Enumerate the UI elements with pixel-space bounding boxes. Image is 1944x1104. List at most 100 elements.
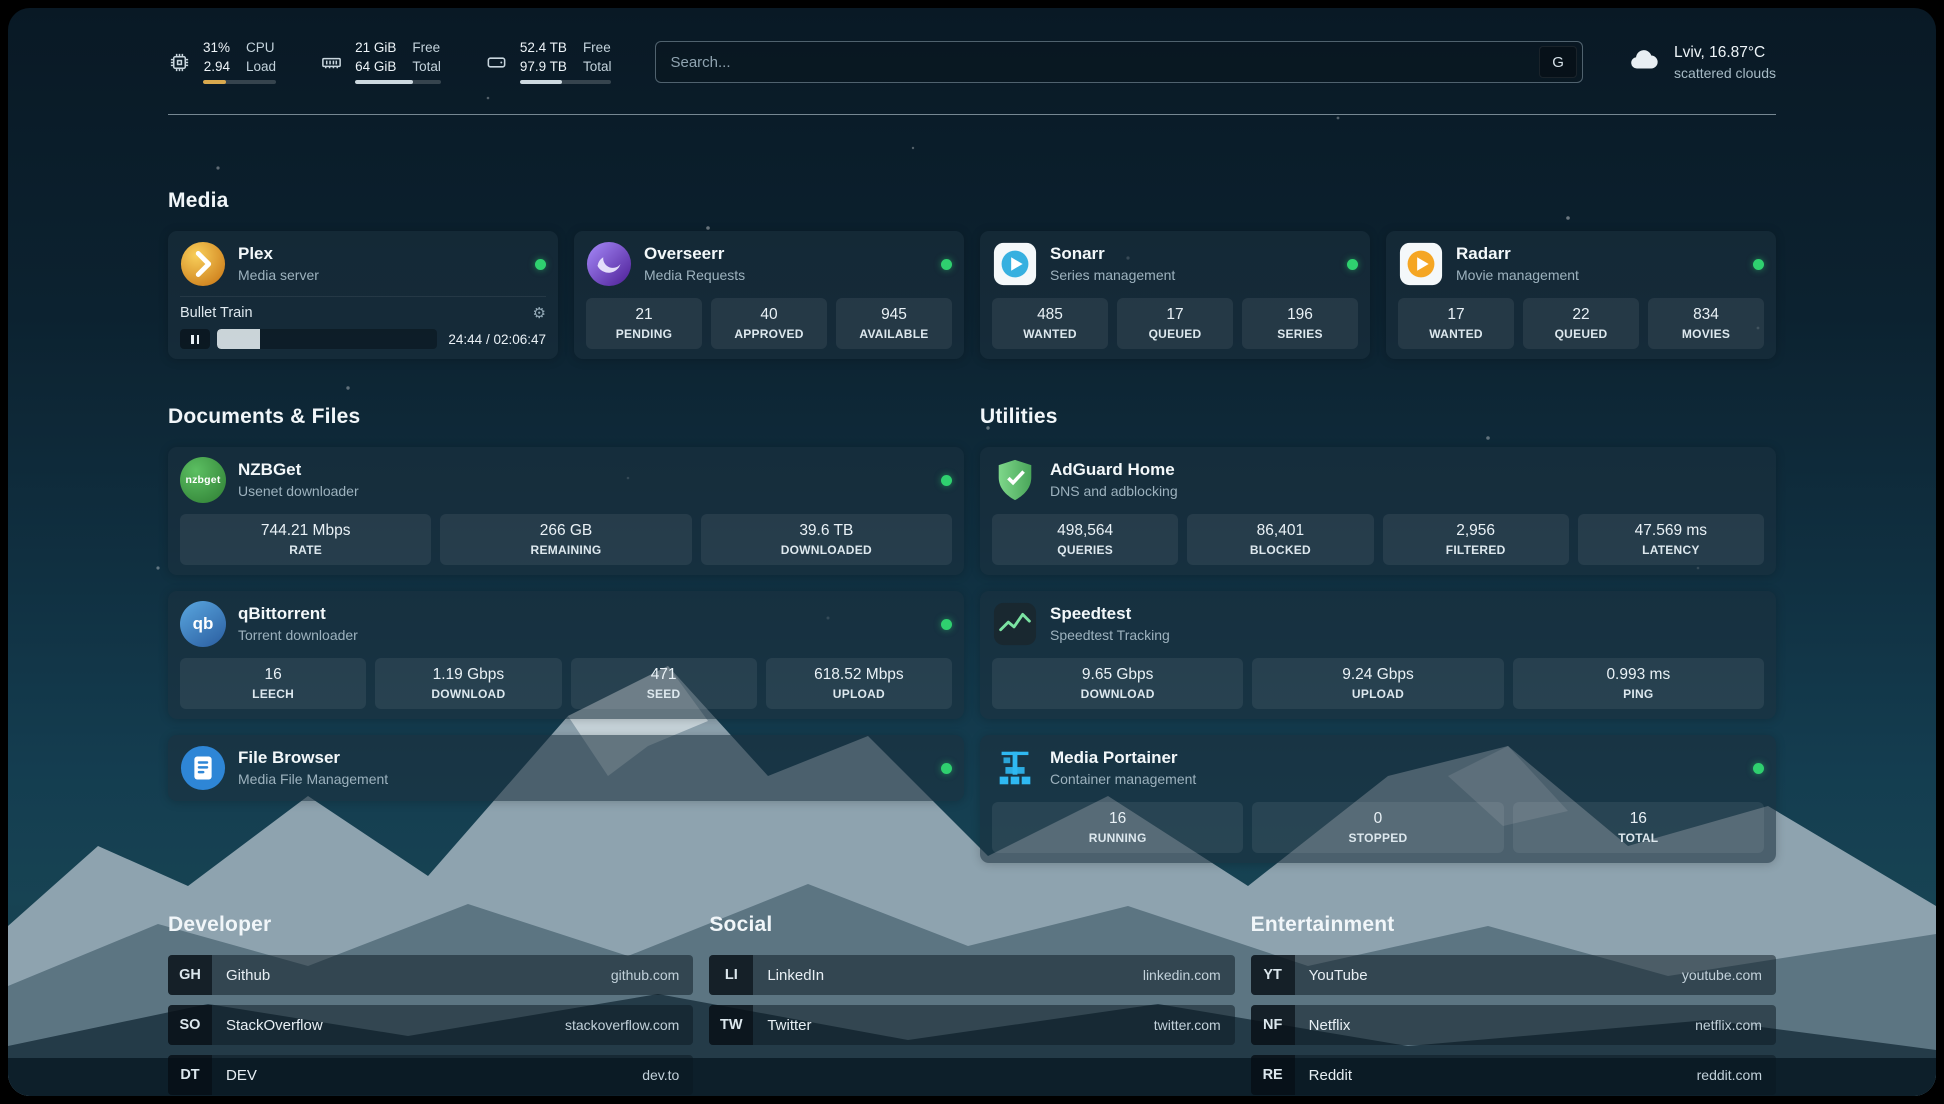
stat-running: 16RUNNING bbox=[992, 802, 1243, 853]
section-title-developer: Developer bbox=[168, 913, 693, 937]
memory-progress-bar bbox=[355, 80, 441, 84]
cpu-load-label: Load bbox=[246, 59, 276, 75]
bookmark-github[interactable]: GH Github github.com bbox=[168, 955, 693, 995]
overseerr-service-link[interactable]: Overseerr Media Requests bbox=[586, 241, 952, 287]
nzbget-status-dot bbox=[941, 475, 952, 486]
stat-ping: 0.993 msPING bbox=[1513, 658, 1764, 709]
stat-downloaded: 39.6 TBDOWNLOADED bbox=[701, 514, 952, 565]
qbittorrent-service-link[interactable]: qb qBittorrent Torrent downloader bbox=[180, 601, 952, 647]
disk-total-label: Total bbox=[583, 59, 612, 75]
radarr-name: Radarr bbox=[1456, 245, 1579, 264]
weather-widget: Lviv, 16.87°C scattered clouds bbox=[1627, 43, 1776, 82]
filebrowser-service-link[interactable]: File Browser Media File Management bbox=[180, 745, 952, 791]
speedtest-name: Speedtest bbox=[1050, 605, 1170, 624]
adguard-desc: DNS and adblocking bbox=[1050, 483, 1178, 499]
homepage-dashboard: 31% 2.94 CPU Load bbox=[8, 8, 1936, 1096]
sonarr-status-dot bbox=[1347, 259, 1358, 270]
search-widget: G bbox=[655, 41, 1583, 83]
qbittorrent-name: qBittorrent bbox=[238, 605, 358, 624]
stat-available: 945AVAILABLE bbox=[836, 298, 952, 349]
card-radarr: Radarr Movie management 17WANTED 22QUEUE… bbox=[1386, 231, 1776, 359]
cpu-progress-bar bbox=[203, 80, 276, 84]
section-title-utilities: Utilities bbox=[980, 405, 1776, 429]
playback-progress-bar bbox=[217, 329, 437, 349]
card-sonarr: Sonarr Series management 485WANTED 17QUE… bbox=[980, 231, 1370, 359]
bookmark-dev[interactable]: DT DEV dev.to bbox=[168, 1055, 693, 1095]
cpu-icon bbox=[168, 51, 191, 74]
stat-latency: 47.569 msLATENCY bbox=[1578, 514, 1764, 565]
section-title-social: Social bbox=[709, 913, 1234, 937]
overseerr-name: Overseerr bbox=[644, 245, 745, 264]
stat-rate: 744.21 MbpsRATE bbox=[180, 514, 431, 565]
card-plex: Plex Media server Bullet Train ⚙ bbox=[168, 231, 558, 359]
disk-icon bbox=[485, 51, 508, 74]
header: 31% 2.94 CPU Load bbox=[168, 8, 1776, 84]
stat-total: 16TOTAL bbox=[1513, 802, 1764, 853]
pause-icon bbox=[191, 335, 194, 344]
radarr-service-link[interactable]: Radarr Movie management bbox=[1398, 241, 1764, 287]
qbittorrent-icon: qb bbox=[180, 601, 226, 647]
radarr-status-dot bbox=[1753, 259, 1764, 270]
adguard-service-link[interactable]: AdGuard Home DNS and adblocking bbox=[992, 457, 1764, 503]
card-overseerr: Overseerr Media Requests 21PENDING 40APP… bbox=[574, 231, 964, 359]
settings-gear-icon[interactable]: ⚙ bbox=[533, 306, 546, 321]
nzbget-service-link[interactable]: nzbget NZBGet Usenet downloader bbox=[180, 457, 952, 503]
card-nzbget: nzbget NZBGet Usenet downloader 744.21 M… bbox=[168, 447, 964, 575]
cpu-usage-label: CPU bbox=[246, 40, 276, 56]
cpu-widget: 31% 2.94 CPU Load bbox=[168, 40, 276, 84]
section-title-media: Media bbox=[168, 189, 1776, 213]
header-divider bbox=[168, 114, 1776, 115]
stat-wanted: 17WANTED bbox=[1398, 298, 1514, 349]
overseerr-icon bbox=[586, 241, 632, 287]
stat-series: 196SERIES bbox=[1242, 298, 1358, 349]
card-filebrowser: File Browser Media File Management bbox=[168, 735, 964, 801]
qbittorrent-desc: Torrent downloader bbox=[238, 627, 358, 643]
plex-service-link[interactable]: Plex Media server bbox=[180, 241, 546, 287]
bookmark-twitter[interactable]: TW Twitter twitter.com bbox=[709, 1005, 1234, 1045]
sonarr-icon bbox=[992, 241, 1038, 287]
cpu-load-value: 2.94 bbox=[204, 59, 230, 75]
weather-condition: scattered clouds bbox=[1674, 65, 1776, 81]
sonarr-service-link[interactable]: Sonarr Series management bbox=[992, 241, 1358, 287]
portainer-service-link[interactable]: Media Portainer Container management bbox=[992, 745, 1764, 791]
speedtest-service-link[interactable]: Speedtest Speedtest Tracking bbox=[992, 601, 1764, 647]
bookmark-youtube[interactable]: YT YouTube youtube.com bbox=[1251, 955, 1776, 995]
bookmark-reddit[interactable]: RE Reddit reddit.com bbox=[1251, 1055, 1776, 1095]
sonarr-desc: Series management bbox=[1050, 267, 1175, 283]
radarr-desc: Movie management bbox=[1456, 267, 1579, 283]
adguard-name: AdGuard Home bbox=[1050, 461, 1178, 480]
memory-progress-fill bbox=[355, 80, 412, 84]
stat-remaining: 266 GBREMAINING bbox=[440, 514, 691, 565]
card-portainer: Media Portainer Container management 16R… bbox=[980, 735, 1776, 863]
speedtest-icon bbox=[992, 601, 1038, 647]
disk-free-value: 52.4 TB bbox=[520, 40, 567, 56]
pause-button[interactable] bbox=[180, 329, 210, 349]
bookmark-netflix[interactable]: NF Netflix netflix.com bbox=[1251, 1005, 1776, 1045]
search-input[interactable] bbox=[656, 42, 1539, 82]
bookmark-stackoverflow[interactable]: SO StackOverflow stackoverflow.com bbox=[168, 1005, 693, 1045]
stat-pending: 21PENDING bbox=[586, 298, 702, 349]
plex-desc: Media server bbox=[238, 267, 319, 283]
memory-free-label: Free bbox=[412, 40, 441, 56]
now-playing-title: Bullet Train bbox=[180, 305, 253, 321]
disk-total-value: 97.9 TB bbox=[520, 59, 567, 75]
cpu-usage-value: 31% bbox=[203, 40, 230, 56]
card-qbittorrent: qb qBittorrent Torrent downloader 16LEEC… bbox=[168, 591, 964, 719]
stat-download: 9.65 GbpsDOWNLOAD bbox=[992, 658, 1243, 709]
plex-status-dot bbox=[535, 259, 546, 270]
adguard-shield-icon bbox=[992, 457, 1038, 503]
search-provider-button[interactable]: G bbox=[1539, 46, 1577, 78]
filebrowser-status-dot bbox=[941, 763, 952, 774]
disk-progress-fill bbox=[520, 80, 562, 84]
bookmark-group-social: Social LI LinkedIn linkedin.com TW Twitt… bbox=[709, 913, 1234, 1095]
bookmark-linkedin[interactable]: LI LinkedIn linkedin.com bbox=[709, 955, 1234, 995]
stat-wanted: 485WANTED bbox=[992, 298, 1108, 349]
stat-seed: 471SEED bbox=[571, 658, 757, 709]
plex-name: Plex bbox=[238, 245, 319, 264]
stat-filtered: 2,956FILTERED bbox=[1383, 514, 1569, 565]
disk-progress-bar bbox=[520, 80, 612, 84]
card-speedtest: Speedtest Speedtest Tracking 9.65 GbpsDO… bbox=[980, 591, 1776, 719]
plex-icon bbox=[180, 241, 226, 287]
section-media: Media Plex bbox=[168, 189, 1776, 359]
memory-total-label: Total bbox=[412, 59, 441, 75]
